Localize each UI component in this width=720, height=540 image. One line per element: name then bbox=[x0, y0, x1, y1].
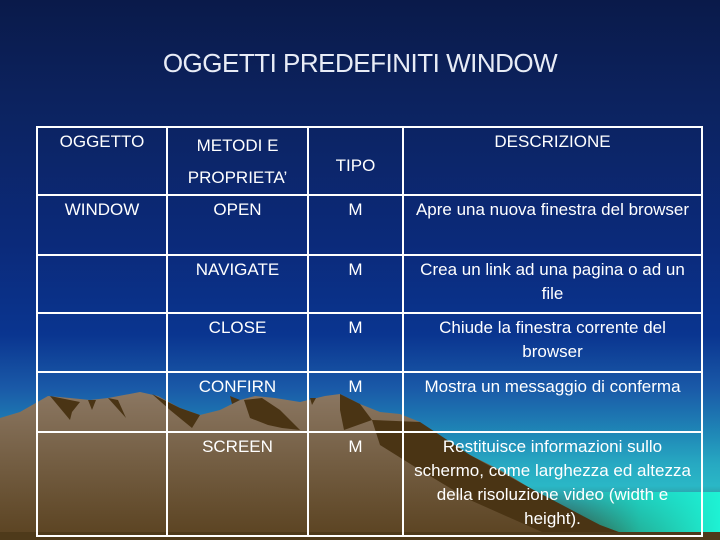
cell-oggetto bbox=[36, 312, 168, 373]
table-row: WINDOW OPEN M Apre una nuova finestra de… bbox=[36, 194, 703, 256]
header-metodi-line2: PROPRIETA’ bbox=[187, 168, 288, 187]
table-header-row: OGGETTO METODI E PROPRIETA’ TIPO DESCRIZ… bbox=[36, 126, 703, 196]
header-metodi-line1: METODI E bbox=[196, 136, 279, 155]
cell-descrizione: Mostra un messaggio di conferma bbox=[402, 371, 703, 433]
cell-oggetto bbox=[36, 431, 168, 537]
cell-descrizione: Chiude la finestra corrente del browser bbox=[402, 312, 703, 373]
cell-metodo: CLOSE bbox=[166, 312, 309, 373]
cell-oggetto: WINDOW bbox=[36, 194, 168, 256]
cell-descrizione: Apre una nuova finestra del browser bbox=[402, 194, 703, 256]
cell-metodo: CONFIRN bbox=[166, 371, 309, 433]
table-row: NAVIGATE M Crea un link ad una pagina o … bbox=[36, 254, 703, 314]
cell-metodo: OPEN bbox=[166, 194, 309, 256]
window-objects-table: OGGETTO METODI E PROPRIETA’ TIPO DESCRIZ… bbox=[36, 126, 703, 537]
header-oggetto: OGGETTO bbox=[36, 126, 168, 196]
cell-tipo: M bbox=[307, 371, 404, 433]
table-row: CONFIRN M Mostra un messaggio di conferm… bbox=[36, 371, 703, 433]
cell-tipo: M bbox=[307, 312, 404, 373]
table-row: SCREEN M Restituisce informazioni sullo … bbox=[36, 431, 703, 537]
cell-oggetto bbox=[36, 254, 168, 314]
cell-metodo: NAVIGATE bbox=[166, 254, 309, 314]
cell-tipo: M bbox=[307, 254, 404, 314]
slide-title: OGGETTI PREDEFINITI WINDOW bbox=[162, 48, 558, 78]
cell-tipo: M bbox=[307, 194, 404, 256]
cell-tipo: M bbox=[307, 431, 404, 537]
cell-oggetto bbox=[36, 371, 168, 433]
header-tipo: TIPO bbox=[307, 126, 404, 196]
cell-descrizione: Crea un link ad una pagina o ad un file bbox=[402, 254, 703, 314]
cell-metodo: SCREEN bbox=[166, 431, 309, 537]
header-metodi-proprieta: METODI E PROPRIETA’ bbox=[166, 126, 309, 196]
cell-descrizione: Restituisce informazioni sullo schermo, … bbox=[402, 431, 703, 537]
header-descrizione: DESCRIZIONE bbox=[402, 126, 703, 196]
table-row: CLOSE M Chiude la finestra corrente del … bbox=[36, 312, 703, 373]
